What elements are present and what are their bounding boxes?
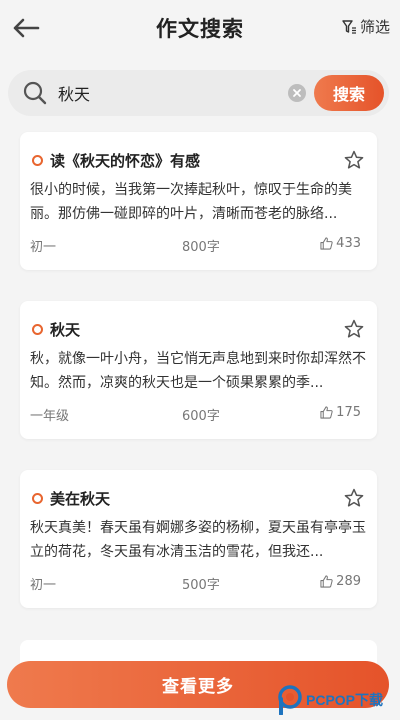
search-icon — [22, 80, 48, 106]
word-count: 800字 — [182, 240, 220, 255]
favorite-button[interactable] — [343, 318, 365, 340]
result-card[interactable]: 美在秋天 秋天真美！春天虽有婀娜多姿的杨柳，夏天虽有亭亭玉立的荷花，冬天虽有冰清… — [20, 470, 377, 608]
like-button[interactable]: 433 — [320, 236, 361, 251]
like-count: 175 — [336, 405, 361, 420]
page-title: 作文搜索 — [156, 17, 244, 41]
like-button[interactable]: 175 — [320, 405, 361, 420]
card-excerpt: 很小的时候，当我第一次捧起秋叶，惊叹于生命的美丽。那仿佛一碰即碎的叶片，清晰而苍… — [30, 182, 352, 222]
arrow-left-icon — [13, 18, 40, 38]
search-input[interactable] — [58, 78, 288, 108]
thumbs-up-icon — [320, 406, 333, 419]
clear-button[interactable] — [288, 84, 306, 102]
star-icon — [344, 488, 364, 507]
favorite-button[interactable] — [343, 487, 365, 509]
bullet-icon — [32, 323, 43, 335]
header: 作文搜索 筛选 — [0, 0, 400, 56]
card-excerpt: 秋天真美！春天虽有婀娜多姿的杨柳，夏天虽有亭亭玉立的荷花，冬天虽有冰清玉洁的雪花… — [30, 520, 366, 560]
result-card[interactable]: 秋天 秋，就像一叶小舟，当它悄无声息地到来时你却浑然不知。然而，凉爽的秋天也是一… — [20, 301, 377, 439]
pcpop-logo-icon — [278, 685, 302, 715]
back-button[interactable] — [10, 12, 42, 44]
like-count: 289 — [336, 574, 361, 589]
filter-icon — [342, 19, 356, 34]
card-excerpt: 秋，就像一叶小舟，当它悄无声息地到来时你却浑然不知。然而，凉爽的秋天也是一个硕果… — [30, 351, 366, 391]
search-bar: 搜索 — [8, 70, 389, 116]
bullet-icon — [32, 492, 43, 504]
result-card[interactable]: 读《秋天的怀恋》有感 很小的时候，当我第一次捧起秋叶，惊叹于生命的美丽。那仿佛一… — [20, 132, 377, 270]
favorite-button[interactable] — [343, 149, 365, 171]
watermark-text: PCPOP下载 — [306, 692, 384, 708]
clear-icon — [293, 89, 301, 97]
thumbs-up-icon — [320, 575, 333, 588]
filter-button[interactable]: 筛选 — [341, 16, 390, 37]
filter-label: 筛选 — [359, 18, 390, 36]
card-title: 美在秋天 — [50, 489, 111, 508]
word-count: 500字 — [182, 578, 220, 593]
search-button[interactable]: 搜索 — [314, 75, 384, 111]
grade-label: 一年级 — [30, 409, 70, 424]
like-count: 433 — [336, 236, 361, 251]
star-icon — [344, 319, 364, 338]
grade-label: 初一 — [30, 578, 57, 593]
card-meta: 初一 800字 433 — [30, 236, 361, 256]
word-count: 600字 — [182, 409, 220, 424]
star-icon — [344, 150, 364, 169]
card-meta: 初一 500字 289 — [30, 574, 361, 594]
like-button[interactable]: 289 — [320, 574, 361, 589]
watermark: PCPOP下载 — [276, 684, 396, 716]
grade-label: 初一 — [30, 240, 57, 255]
card-title: 读《秋天的怀恋》有感 — [50, 151, 201, 170]
bullet-icon — [32, 154, 43, 166]
card-title: 秋天 — [50, 320, 81, 339]
thumbs-up-icon — [320, 237, 333, 250]
card-meta: 一年级 600字 175 — [30, 405, 361, 425]
